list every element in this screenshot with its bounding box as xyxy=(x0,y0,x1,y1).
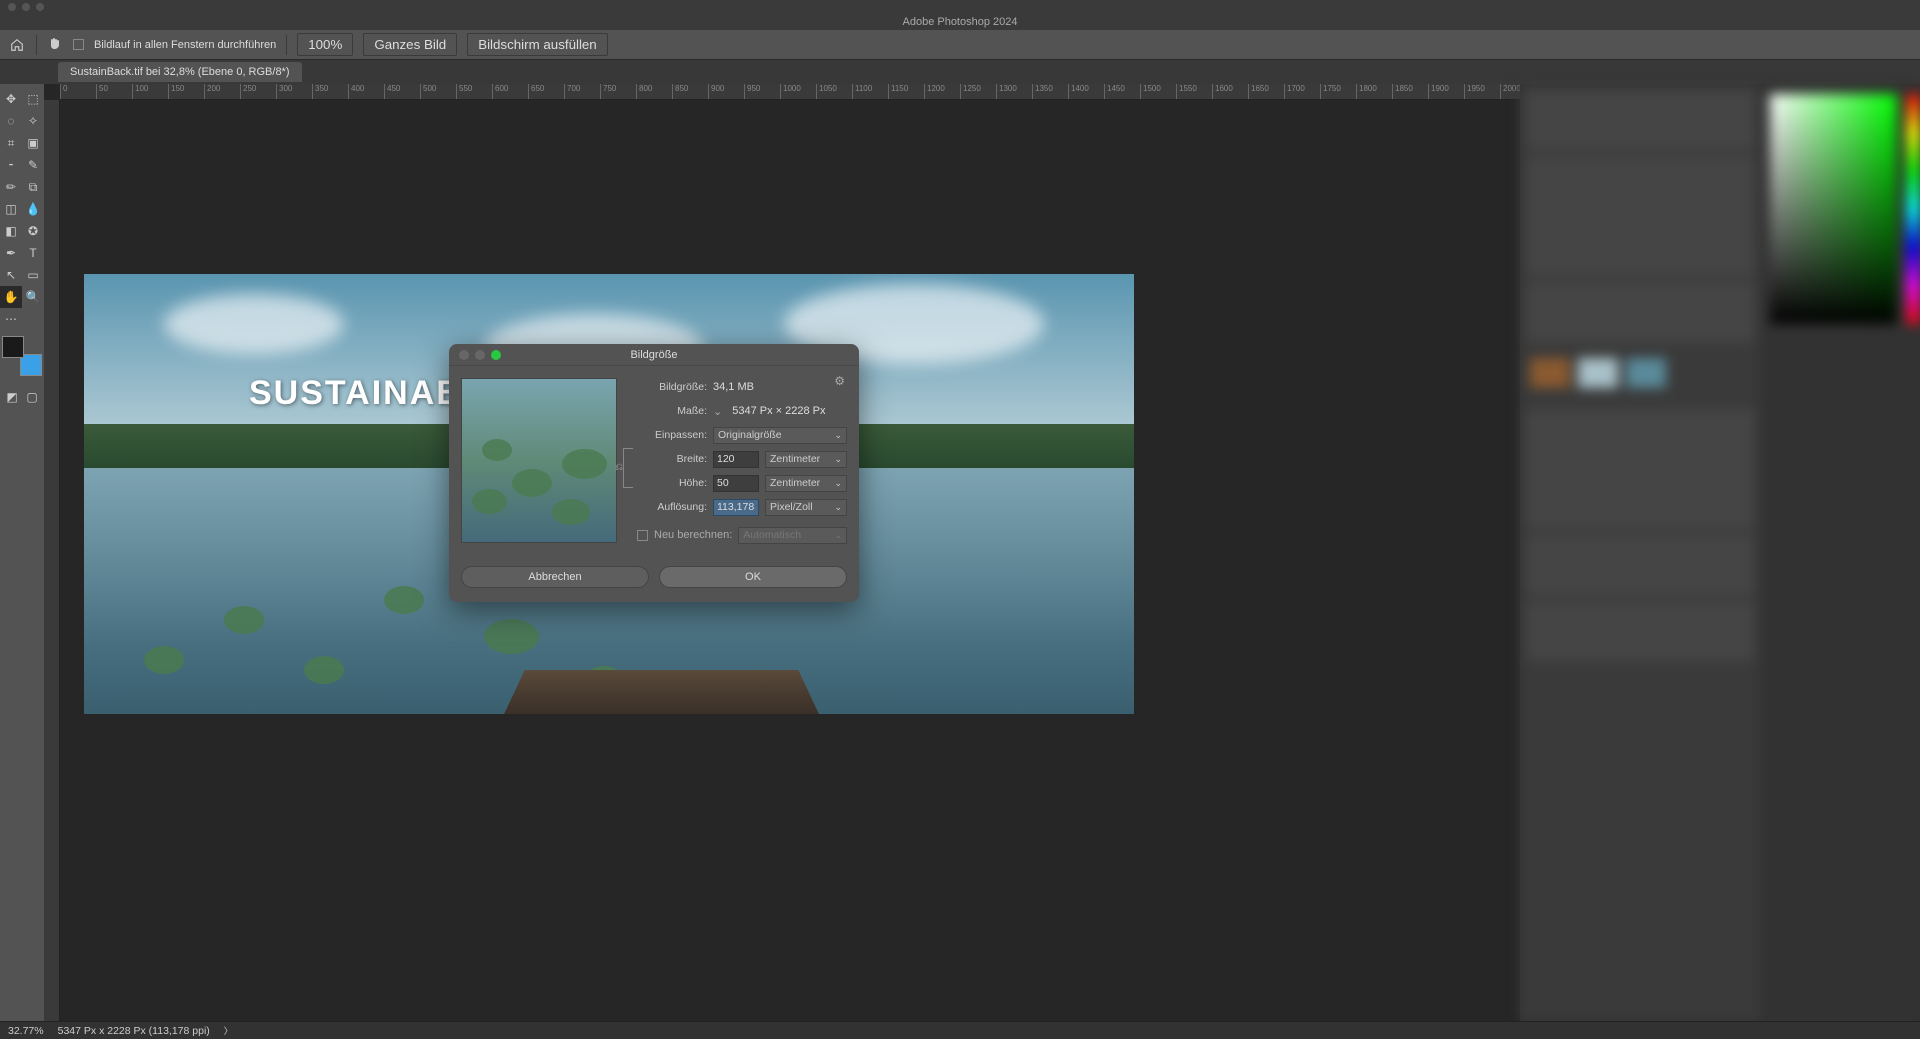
blur-tool-icon[interactable]: 💧 xyxy=(22,198,44,220)
document-tab[interactable]: SustainBack.tif bei 32,8% (Ebene 0, RGB/… xyxy=(58,62,302,82)
fit-select[interactable]: Originalgröße xyxy=(713,427,847,444)
brush-tool-icon[interactable]: ✏ xyxy=(0,176,22,198)
frame-tool-icon[interactable]: ▣ xyxy=(22,132,44,154)
eyedropper-tool-icon[interactable]: ⁃ xyxy=(0,154,22,176)
link-icon[interactable]: ⎌ xyxy=(615,462,623,473)
traffic-min[interactable] xyxy=(22,3,30,11)
height-input[interactable] xyxy=(713,475,759,492)
wand-tool-icon[interactable]: ✧ xyxy=(22,110,44,132)
type-tool-icon[interactable]: T xyxy=(22,242,44,264)
size-value: 34,1 MB xyxy=(713,381,847,393)
height-label: Höhe: xyxy=(629,477,707,489)
shape-tool-icon[interactable]: ▭ xyxy=(22,264,44,286)
dims-label: Maße: xyxy=(629,405,707,417)
mac-titlebar xyxy=(0,0,1920,14)
eraser-tool-icon[interactable]: ◫ xyxy=(0,198,22,220)
zoom-tool-icon[interactable]: 🔍 xyxy=(22,286,44,308)
heal-tool-icon[interactable]: ✎ xyxy=(22,154,44,176)
hand-tool-icon[interactable] xyxy=(47,35,63,54)
marquee-tool-icon[interactable]: ⬚ xyxy=(22,88,44,110)
status-zoom[interactable]: 32.77% xyxy=(8,1025,44,1037)
link-bracket xyxy=(623,448,633,488)
resolution-unit-select[interactable]: Pixel/Zoll xyxy=(765,499,847,516)
resample-checkbox[interactable] xyxy=(637,530,648,541)
app-title: Adobe Photoshop 2024 xyxy=(0,14,1920,30)
stamp-tool-icon[interactable]: ⧉ xyxy=(22,176,44,198)
width-input[interactable] xyxy=(713,451,759,468)
dialog-max-icon[interactable] xyxy=(491,350,501,360)
ruler-vertical xyxy=(44,100,60,1021)
gradient-tool-icon[interactable]: ◧ xyxy=(0,220,22,242)
resample-select: Automatisch xyxy=(738,527,847,544)
size-label: Bildgröße: xyxy=(629,381,707,393)
fill-screen-button[interactable]: Bildschirm ausfüllen xyxy=(467,33,608,56)
width-unit-select[interactable]: Zentimeter xyxy=(765,451,847,468)
status-chevron-icon[interactable]: 〉 xyxy=(224,1024,233,1037)
traffic-close[interactable] xyxy=(8,3,16,11)
dialog-title: Bildgröße xyxy=(449,349,859,361)
scroll-all-checkbox[interactable] xyxy=(73,39,84,50)
dialog-preview-image xyxy=(461,378,617,543)
ok-button[interactable]: OK xyxy=(659,566,847,588)
options-bar: Bildlauf in allen Fenstern durchführen 1… xyxy=(0,30,1920,60)
lasso-tool-icon[interactable]: ◌ xyxy=(0,110,22,132)
quickmask-icon[interactable]: ◩ xyxy=(4,386,20,408)
home-icon[interactable] xyxy=(8,36,26,54)
right-panels-blurred xyxy=(1520,84,1920,1021)
dims-value: 5347 Px × 2228 Px xyxy=(732,405,847,417)
status-doc-info[interactable]: 5347 Px x 2228 Px (113,178 ppi) xyxy=(58,1025,210,1037)
traffic-max[interactable] xyxy=(36,3,44,11)
foreground-color-swatch[interactable] xyxy=(2,336,24,358)
color-swatches[interactable] xyxy=(2,336,42,376)
dodge-tool-icon[interactable]: ✪ xyxy=(22,220,44,242)
pen-tool-icon[interactable]: ✒ xyxy=(0,242,22,264)
resolution-label: Auflösung: xyxy=(629,501,707,513)
more-tools-icon[interactable]: ⋯ xyxy=(0,308,22,330)
image-size-dialog: Bildgröße ⚙ Bildgröße: 34,1 MB Maße: ⌄ 5… xyxy=(449,344,859,602)
cancel-button[interactable]: Abbrechen xyxy=(461,566,649,588)
tools-panel: ✥⬚ ◌✧ ⌗▣ ⁃✎ ✏⧉ ◫💧 ◧✪ ✒T ↖▭ ✋🔍 ⋯ ◩ ▢ xyxy=(0,84,44,1021)
fit-screen-button[interactable]: Ganzes Bild xyxy=(363,33,457,56)
fit-label: Einpassen: xyxy=(629,429,707,441)
resolution-input[interactable] xyxy=(713,499,759,516)
path-tool-icon[interactable]: ↖ xyxy=(0,264,22,286)
hand-tool-icon[interactable]: ✋ xyxy=(0,286,22,308)
dims-dropdown-icon[interactable]: ⌄ xyxy=(713,405,722,418)
dialog-min-icon[interactable] xyxy=(475,350,485,360)
crop-tool-icon[interactable]: ⌗ xyxy=(0,132,22,154)
screenmode-icon[interactable]: ▢ xyxy=(24,386,40,408)
height-unit-select[interactable]: Zentimeter xyxy=(765,475,847,492)
width-label: Breite: xyxy=(629,453,707,465)
scroll-all-label: Bildlauf in allen Fenstern durchführen xyxy=(94,39,276,51)
dialog-close-icon[interactable] xyxy=(459,350,469,360)
zoom-100-button[interactable]: 100% xyxy=(297,33,353,56)
resample-label: Neu berechnen: xyxy=(654,529,732,541)
move-tool-icon[interactable]: ✥ xyxy=(0,88,22,110)
dialog-titlebar[interactable]: Bildgröße xyxy=(449,344,859,366)
document-tab-bar: SustainBack.tif bei 32,8% (Ebene 0, RGB/… xyxy=(0,60,1920,84)
status-bar: 32.77% 5347 Px x 2228 Px (113,178 ppi) 〉 xyxy=(0,1021,1920,1039)
ruler-horizontal: 0501001502002503003504004505005506006507… xyxy=(60,84,1520,100)
